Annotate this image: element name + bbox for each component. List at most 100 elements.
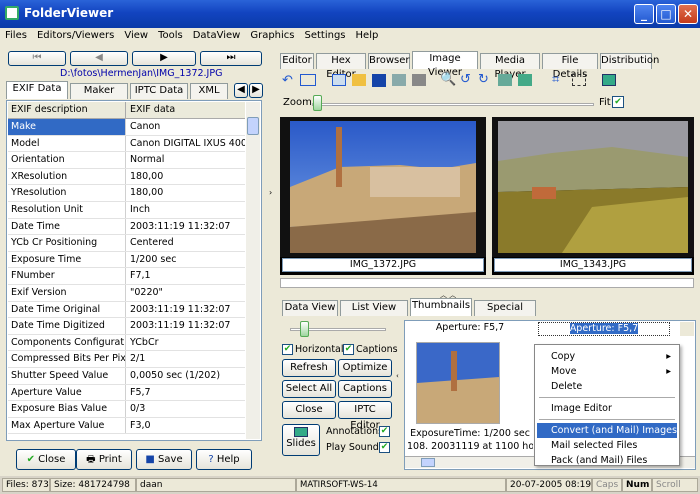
- zoom-slider-track[interactable]: [312, 103, 594, 106]
- vertical-splitter[interactable]: ›: [268, 46, 276, 476]
- save-button[interactable]: ■ Save: [136, 449, 192, 470]
- refresh-button[interactable]: Refresh: [282, 359, 336, 377]
- tool-icon[interactable]: [392, 74, 406, 86]
- undo-icon[interactable]: ↶: [282, 73, 293, 88]
- thumb-size-thumb[interactable]: [300, 321, 309, 337]
- tab-exif-data[interactable]: EXIF Data: [6, 81, 68, 99]
- table-row[interactable]: Date Time Original 2003:11:19 11:32:07: [8, 301, 245, 319]
- table-row[interactable]: Make Canon: [8, 119, 245, 136]
- tab-scroll-left[interactable]: ◀: [234, 83, 248, 98]
- image-hscrollbar[interactable]: [280, 278, 694, 288]
- menu-graphics[interactable]: Graphics: [245, 28, 299, 41]
- layout-icon[interactable]: [332, 74, 346, 86]
- menu-settings[interactable]: Settings: [300, 28, 351, 41]
- next-button[interactable]: ▶: [132, 51, 196, 66]
- open-folder-icon[interactable]: [352, 74, 366, 86]
- tab-image-viewer[interactable]: Image Viewer: [412, 51, 478, 78]
- menu-editors[interactable]: Editors/Viewers: [32, 28, 119, 41]
- table-row[interactable]: Compressed Bits Per Pixel 2/1: [8, 351, 245, 368]
- table-row[interactable]: XResolution 180,00: [8, 168, 245, 186]
- table-row[interactable]: Aperture Value F5,7: [8, 384, 245, 402]
- play-sounds-checkbox[interactable]: ✔: [379, 442, 390, 453]
- select-icon[interactable]: [300, 74, 316, 86]
- menu-item-copy[interactable]: Copy ▸: [537, 349, 677, 364]
- print-icon[interactable]: [412, 74, 426, 86]
- col-exif-description[interactable]: EXIF description: [8, 102, 126, 119]
- tab-data-view[interactable]: Data View: [282, 300, 338, 316]
- captions-button[interactable]: Captions: [338, 380, 392, 398]
- table-row[interactable]: FNumber F7,1: [8, 268, 245, 285]
- table-row[interactable]: Exposure Time 1/200 sec: [8, 251, 245, 269]
- table-row[interactable]: YCb Cr Positioning Centered: [8, 235, 245, 252]
- maximize-button[interactable]: □: [656, 4, 676, 24]
- menu-help[interactable]: Help: [351, 28, 384, 41]
- tab-scroll-right[interactable]: ▶: [249, 83, 263, 98]
- thumb-vscrollbar[interactable]: [680, 322, 694, 336]
- flip-icon[interactable]: [498, 74, 512, 86]
- image-frame-2[interactable]: IMG_1343.JPG: [492, 117, 694, 275]
- tab-browser[interactable]: Browser: [368, 53, 410, 69]
- table-row[interactable]: Resolution Unit Inch: [8, 202, 245, 219]
- crop-icon[interactable]: ⌗: [552, 72, 559, 87]
- tab-thumbnails[interactable]: Thumbnails: [410, 298, 472, 316]
- table-row[interactable]: Date Time Digitized 2003:11:19 11:32:07: [8, 318, 245, 335]
- grid-scrollbar[interactable]: [246, 102, 260, 439]
- menu-item-move[interactable]: Move ▸: [537, 364, 677, 379]
- horizontal-checkbox[interactable]: ✔: [282, 344, 293, 355]
- table-row[interactable]: Shutter Speed Value 0,0050 sec (1/202): [8, 368, 245, 385]
- table-row[interactable]: YResolution 180,00: [8, 185, 245, 202]
- tab-distribution[interactable]: Distribution: [600, 53, 659, 69]
- select-all-button[interactable]: Select All: [282, 380, 336, 398]
- slides-button[interactable]: Slides: [282, 424, 320, 456]
- print-button[interactable]: 🖶 Print: [76, 449, 132, 470]
- help-button[interactable]: ? Help: [196, 449, 252, 470]
- table-row[interactable]: Orientation Normal: [8, 152, 245, 169]
- rotate-right-icon[interactable]: ↻: [478, 72, 489, 87]
- thumb-splitter[interactable]: ‹: [396, 372, 402, 420]
- table-row[interactable]: Date Time 2003:11:19 11:32:07: [8, 218, 245, 236]
- table-row[interactable]: Components Configuration YCbCr: [8, 334, 245, 352]
- close-thumbs-button[interactable]: Close: [282, 401, 336, 419]
- tab-special[interactable]: Special: [474, 300, 536, 316]
- table-row[interactable]: Model Canon DIGITAL IXUS 400: [8, 135, 245, 153]
- captions-checkbox[interactable]: ✔: [343, 344, 354, 355]
- mirror-icon[interactable]: [518, 74, 532, 86]
- close-button[interactable]: ✔ Close: [16, 449, 76, 470]
- rotate-left-icon[interactable]: ↺: [460, 72, 471, 87]
- image-frame-1[interactable]: IMG_1372.JPG: [280, 117, 486, 275]
- first-button[interactable]: ⏮: [8, 51, 66, 66]
- annotations-checkbox[interactable]: ✔: [379, 426, 390, 437]
- col-exif-data[interactable]: EXIF data: [127, 102, 245, 119]
- tab-media-player[interactable]: Media Player: [480, 53, 540, 80]
- menu-item-delete[interactable]: Delete: [537, 379, 677, 394]
- save-icon[interactable]: [372, 74, 386, 87]
- table-row[interactable]: Max Aperture Value F3,0: [8, 417, 245, 435]
- last-button[interactable]: ⏭: [200, 51, 262, 66]
- menu-item-image-editor[interactable]: Image Editor: [537, 401, 677, 416]
- thumb-hscroll-thumb[interactable]: [421, 458, 435, 467]
- tab-xml[interactable]: XML: [190, 83, 228, 99]
- menu-files[interactable]: Files: [0, 28, 32, 41]
- minimize-button[interactable]: _: [634, 4, 654, 24]
- zoom-slider-thumb[interactable]: [313, 95, 322, 111]
- table-row[interactable]: Exposure Bias Value 0/3: [8, 401, 245, 418]
- optimize-button[interactable]: Optimize: [338, 359, 392, 377]
- close-window-button[interactable]: ✕: [678, 4, 698, 24]
- zoom-in-icon[interactable]: 🔍: [440, 72, 456, 87]
- menu-item-mail-files[interactable]: Mail selected Files: [537, 438, 677, 453]
- tab-iptc-data[interactable]: IPTC Data: [130, 83, 188, 99]
- rect-select-icon[interactable]: [572, 74, 586, 86]
- tab-editor[interactable]: Editor: [280, 53, 314, 69]
- tab-file-details[interactable]: File Details: [542, 53, 598, 80]
- iptc-editor-button[interactable]: IPTC Editor: [338, 401, 392, 431]
- menu-item-convert-images[interactable]: Convert (and Mail) Images: [537, 423, 677, 438]
- menu-view[interactable]: View: [119, 28, 153, 41]
- tab-hex-editor[interactable]: Hex Editor: [316, 53, 366, 80]
- tab-maker-note[interactable]: Maker Note: [70, 83, 128, 110]
- image-icon[interactable]: [602, 74, 616, 86]
- menu-tools[interactable]: Tools: [153, 28, 188, 41]
- fit-checkbox[interactable]: ✔: [612, 96, 624, 108]
- prev-button[interactable]: ◀: [70, 51, 128, 66]
- menu-dataview[interactable]: DataView: [188, 28, 246, 41]
- menu-item-pack-files[interactable]: Pack (and Mail) Files: [537, 453, 677, 466]
